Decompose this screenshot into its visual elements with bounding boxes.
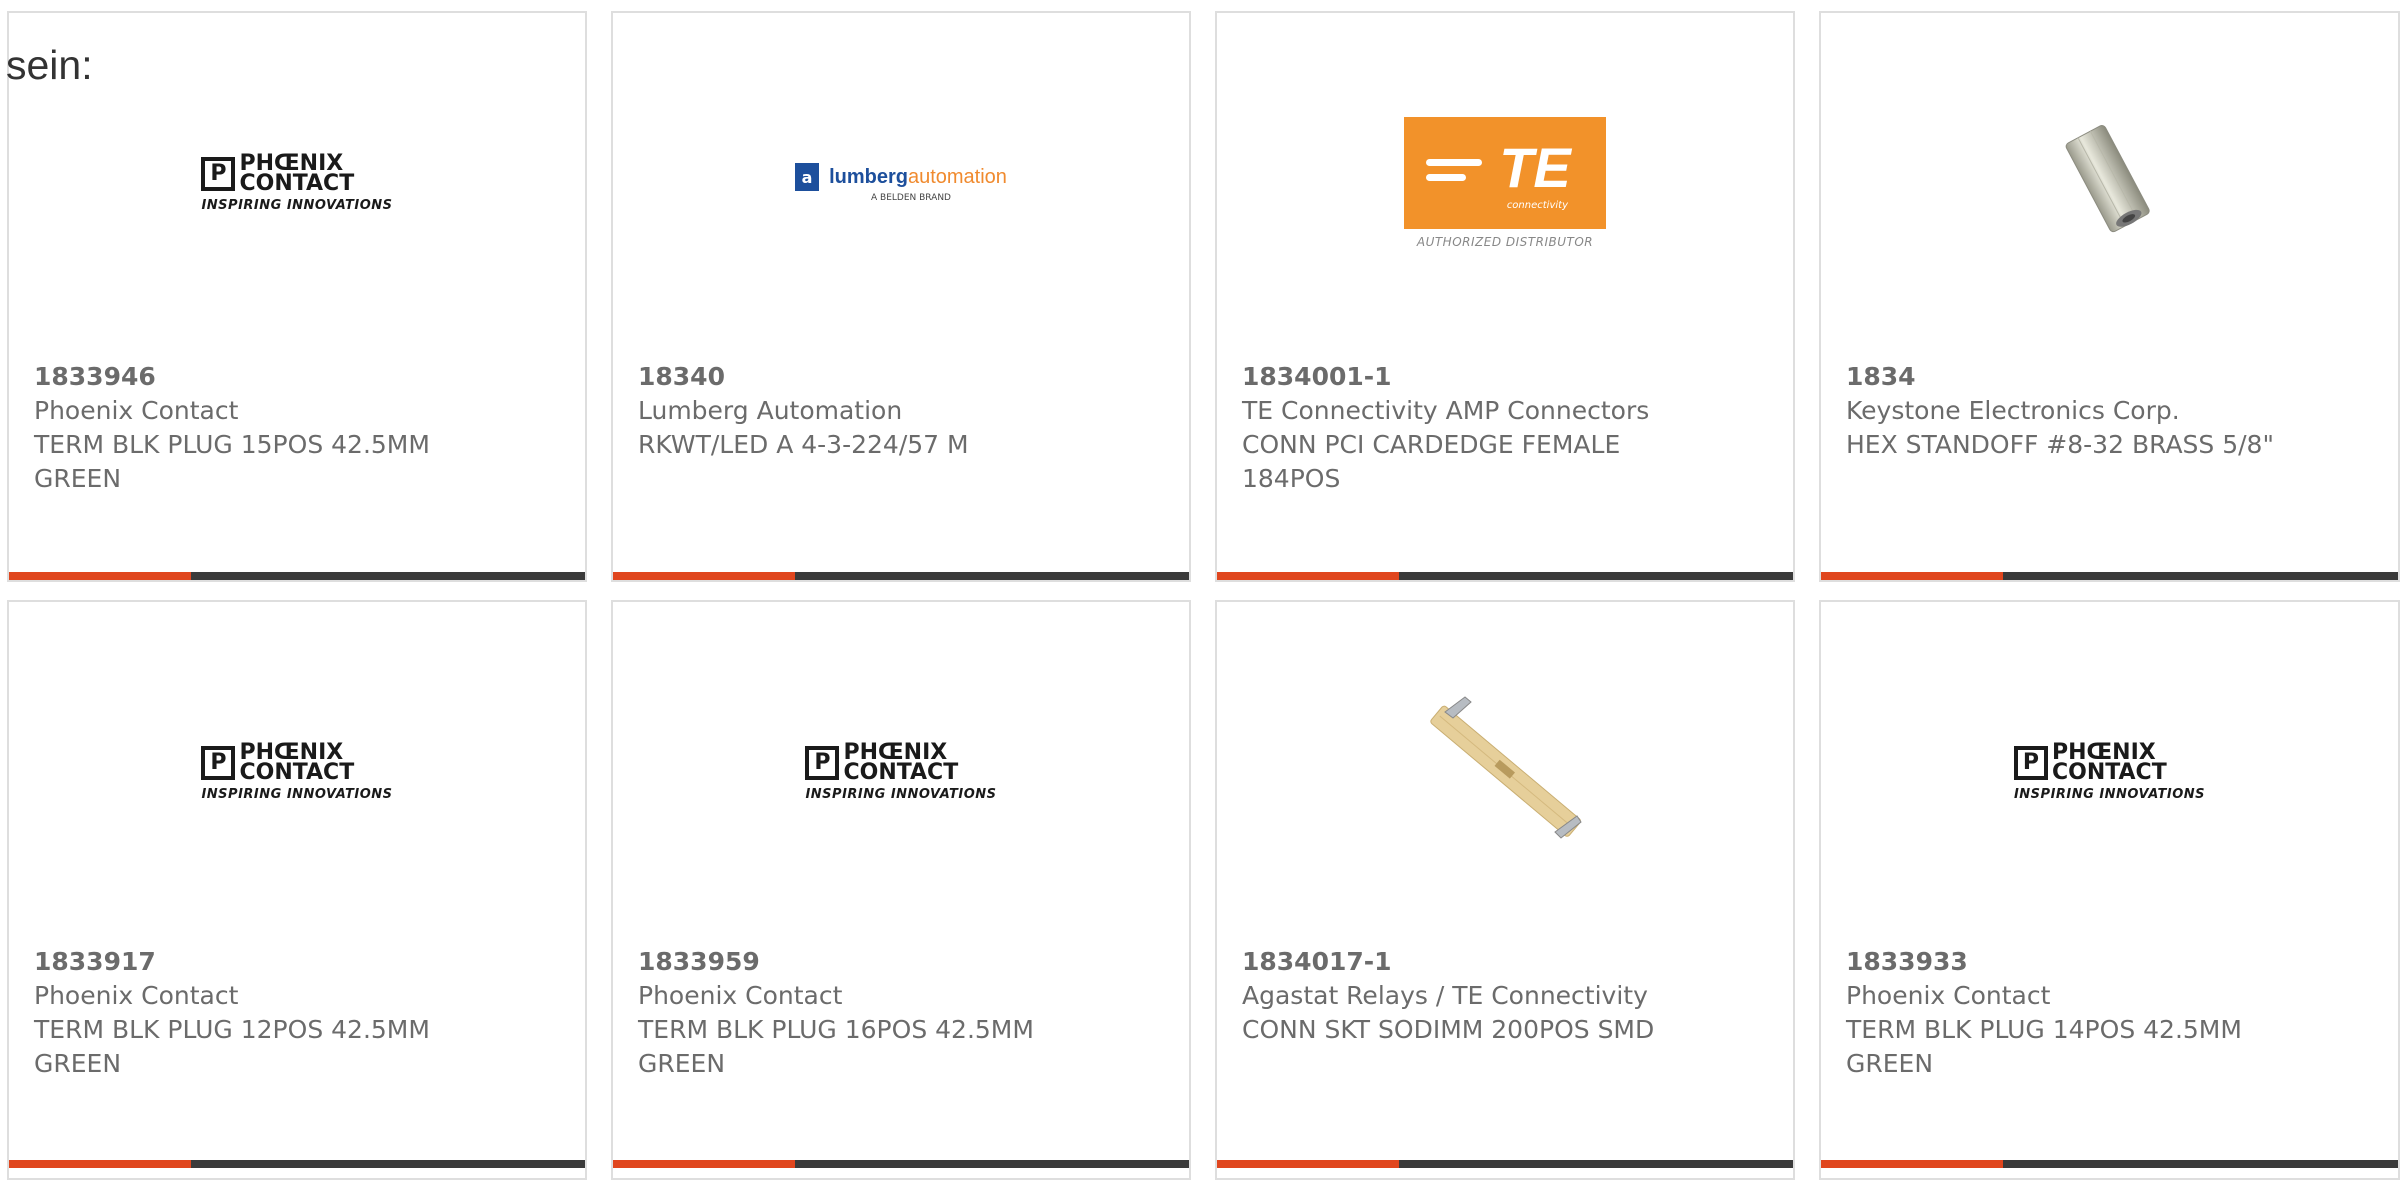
product-image: P PHŒNIX CONTACT INSPIRING INNOVATIONS <box>9 13 585 353</box>
product-image: P PHŒNIX CONTACT INSPIRING INNOVATIONS <box>1821 602 2398 942</box>
intro-text: sein: <box>6 42 93 88</box>
manufacturer: Lumberg Automation <box>638 396 903 425</box>
phoenix-contact-logo: P PHŒNIX CONTACT INSPIRING INNOVATIONS <box>805 739 997 802</box>
part-number[interactable]: 1833933 <box>1846 945 2378 979</box>
phoenix-contact-logo: P PHŒNIX CONTACT INSPIRING INNOVATIONS <box>201 150 393 213</box>
manufacturer: Phoenix Contact <box>34 981 239 1010</box>
manufacturer: Phoenix Contact <box>34 396 239 425</box>
product-card[interactable]: P PHŒNIX CONTACT INSPIRING INNOVATIONS 183… <box>7 600 587 1180</box>
product-image: TE connectivity AUTHORIZED DISTRIBUTOR <box>1217 13 1793 353</box>
sodimm-socket-photo <box>1405 672 1605 872</box>
product-image <box>1821 13 2398 353</box>
description: TERM BLK PLUG 16POS 42.5MM GREEN <box>638 1015 1034 1078</box>
description: CONN PCI CARDEDGE FEMALE 184POS <box>1242 430 1621 493</box>
description: TERM BLK PLUG 14POS 42.5MM GREEN <box>1846 1015 2242 1078</box>
product-card[interactable]: P PHŒNIX CONTACT INSPIRING INNOVATIONS 183… <box>7 11 587 582</box>
part-number[interactable]: 1833959 <box>638 945 1169 979</box>
part-number[interactable]: 1834017-1 <box>1242 945 1773 979</box>
product-card[interactable]: TE connectivity AUTHORIZED DISTRIBUTOR 1… <box>1215 11 1795 582</box>
manufacturer: TE Connectivity AMP Connectors <box>1242 396 1650 425</box>
product-image <box>1217 602 1793 942</box>
hex-standoff-photo <box>2065 125 2150 233</box>
description: RKWT/LED A 4-3-224/57 M <box>638 430 969 459</box>
card-bar <box>1821 572 2398 580</box>
description: TERM BLK PLUG 15POS 42.5MM GREEN <box>34 430 430 493</box>
manufacturer: Phoenix Contact <box>1846 981 2051 1010</box>
lumberg-automation-logo: a lumberg automation A BELDEN BRAND <box>795 163 1007 203</box>
product-card[interactable]: 1834 Keystone Electronics Corp. HEX STAN… <box>1819 11 2400 582</box>
product-grid: P PHŒNIX CONTACT INSPIRING INNOVATIONS 183… <box>0 0 2400 1180</box>
manufacturer: Keystone Electronics Corp. <box>1846 396 2180 425</box>
part-number[interactable]: 1834001-1 <box>1242 360 1773 394</box>
product-card[interactable]: 1834017-1 Agastat Relays / TE Connectivi… <box>1215 600 1795 1180</box>
product-image: a lumberg automation A BELDEN BRAND <box>613 13 1189 353</box>
part-number[interactable]: 18340 <box>638 360 1169 394</box>
product-image: P PHŒNIX CONTACT INSPIRING INNOVATIONS <box>9 602 585 942</box>
product-card[interactable]: P PHŒNIX CONTACT INSPIRING INNOVATIONS 183… <box>1819 600 2400 1180</box>
phoenix-contact-logo: P PHŒNIX CONTACT INSPIRING INNOVATIONS <box>201 739 393 802</box>
description: CONN SKT SODIMM 200POS SMD <box>1242 1015 1655 1044</box>
manufacturer: Phoenix Contact <box>638 981 843 1010</box>
card-bar <box>9 572 585 580</box>
product-image: P PHŒNIX CONTACT INSPIRING INNOVATIONS <box>613 602 1189 942</box>
product-card[interactable]: P PHŒNIX CONTACT INSPIRING INNOVATIONS 183… <box>611 600 1191 1180</box>
phoenix-contact-logo: P PHŒNIX CONTACT INSPIRING INNOVATIONS <box>2013 739 2206 802</box>
card-bar <box>613 572 1189 580</box>
te-connectivity-logo: TE connectivity AUTHORIZED DISTRIBUTOR <box>1404 117 1606 249</box>
card-bar <box>1217 572 1793 580</box>
description: HEX STANDOFF #8-32 BRASS 5/8" <box>1846 430 2274 459</box>
manufacturer: Agastat Relays / TE Connectivity <box>1242 981 1648 1010</box>
part-number[interactable]: 1833946 <box>34 360 565 394</box>
product-card[interactable]: a lumberg automation A BELDEN BRAND 18340 … <box>611 11 1191 582</box>
part-number[interactable]: 1834 <box>1846 360 2378 394</box>
description: TERM BLK PLUG 12POS 42.5MM GREEN <box>34 1015 430 1078</box>
part-number[interactable]: 1833917 <box>34 945 565 979</box>
